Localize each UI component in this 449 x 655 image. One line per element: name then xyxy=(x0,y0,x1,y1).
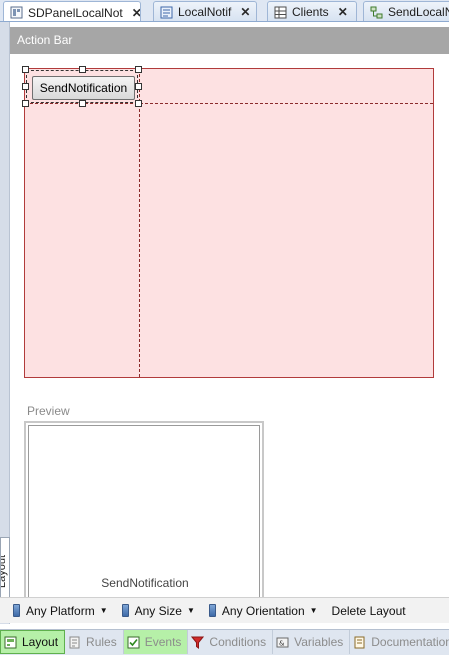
filter-icon xyxy=(191,636,205,649)
tab-label: SDPanelLocalNot xyxy=(28,5,123,20)
object-icon xyxy=(160,6,173,18)
platform-dropdown[interactable]: Any Platform ▼ xyxy=(13,604,108,618)
side-tab-label: Layout xyxy=(0,554,8,588)
tab-label: Documentation xyxy=(371,635,449,649)
orientation-dropdown[interactable]: Any Orientation ▼ xyxy=(208,603,318,618)
tab-localnotif[interactable]: LocalNotif ✕ xyxy=(153,1,257,21)
delete-layout-button[interactable]: Delete Layout xyxy=(332,604,406,618)
tab-label: Conditions xyxy=(209,635,267,649)
device-icon xyxy=(13,604,20,617)
tab-label: Clients xyxy=(292,5,329,19)
procedure-icon xyxy=(370,6,383,18)
device-icon xyxy=(208,604,216,617)
grid-icon xyxy=(274,6,287,18)
chevron-down-icon: ▼ xyxy=(99,606,108,615)
tab-variables[interactable]: & Variables xyxy=(273,630,351,654)
column-divider xyxy=(139,69,140,377)
tab-label: LocalNotif xyxy=(178,5,232,19)
view-tab-strip: Layout Rules Events Conditions & Variabl… xyxy=(0,629,449,655)
preview-button-text: SendNotification xyxy=(101,576,189,590)
platform-value: Any Platform xyxy=(26,603,95,618)
left-edge-strip xyxy=(0,22,10,624)
device-icon xyxy=(121,604,129,617)
layout-icon xyxy=(4,636,17,648)
resize-handle[interactable] xyxy=(22,83,29,90)
close-icon[interactable]: ✕ xyxy=(132,6,140,20)
device-preview: SendNotification xyxy=(24,421,264,601)
close-icon[interactable]: ✕ xyxy=(240,5,250,19)
row-divider xyxy=(25,103,433,104)
size-value: Any Size xyxy=(134,603,182,618)
document-tab-strip: SDPanelLocalNot ✕ LocalNotif ✕ Clients ✕… xyxy=(0,0,449,22)
resize-handle[interactable] xyxy=(135,66,142,73)
rules-icon xyxy=(69,636,80,648)
chevron-down-icon: ▼ xyxy=(186,606,195,615)
selected-cell[interactable]: SendNotification xyxy=(26,70,138,103)
tab-events[interactable]: Events xyxy=(123,630,189,654)
tab-sendlocaln[interactable]: SendLocalN xyxy=(363,1,449,21)
resize-handle[interactable] xyxy=(22,66,29,73)
device-screen: SendNotification xyxy=(28,425,260,601)
layout-toolbar: Any Platform ▼ Any Size ▼ Any Orientatio… xyxy=(0,597,449,623)
chevron-down-icon: ▼ xyxy=(309,606,318,615)
resize-handle[interactable] xyxy=(22,100,29,107)
variables-icon: & xyxy=(276,637,289,647)
tab-rules[interactable]: Rules xyxy=(65,630,124,654)
tab-conditions[interactable]: Conditions xyxy=(188,630,274,654)
orientation-value: Any Orientation xyxy=(221,603,305,618)
resize-handle[interactable] xyxy=(79,66,86,73)
tab-layout[interactable]: Layout xyxy=(0,630,66,654)
documentation-icon xyxy=(354,636,365,648)
resize-handle[interactable] xyxy=(79,100,86,107)
panel-icon xyxy=(10,6,23,19)
tab-label: Events xyxy=(144,635,182,649)
layout-editor: Action Bar SendNotification Preview Send… xyxy=(10,22,449,601)
close-icon[interactable]: ✕ xyxy=(338,5,348,19)
action-bar[interactable]: Action Bar xyxy=(10,27,449,54)
tab-label: Variables xyxy=(294,635,344,649)
layout-table-canvas[interactable]: SendNotification xyxy=(22,66,434,378)
events-icon xyxy=(127,636,140,648)
svg-text:&: & xyxy=(279,639,285,647)
send-notification-button[interactable]: SendNotification xyxy=(32,76,135,100)
tab-label: Rules xyxy=(86,635,117,649)
tab-clients[interactable]: Clients ✕ xyxy=(267,1,357,21)
size-dropdown[interactable]: Any Size ▼ xyxy=(121,603,195,618)
resize-handle[interactable] xyxy=(135,83,142,90)
tab-label: SendLocalN xyxy=(388,5,449,19)
tab-sdpanellocalnot[interactable]: SDPanelLocalNot ✕ xyxy=(3,1,141,21)
resize-handle[interactable] xyxy=(135,100,142,107)
tab-documentation[interactable]: Documentation xyxy=(350,630,449,654)
tab-label: Layout xyxy=(22,635,59,649)
preview-label: Preview xyxy=(27,404,70,418)
